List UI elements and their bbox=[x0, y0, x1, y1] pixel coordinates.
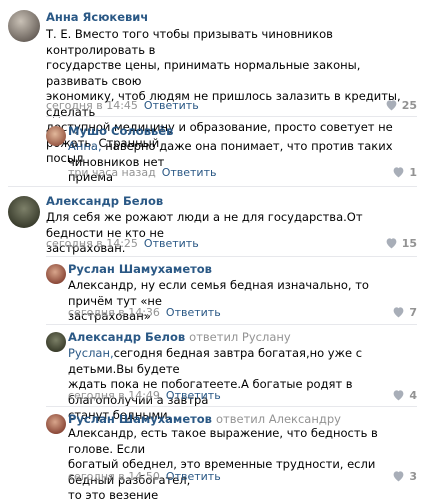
comment-author[interactable]: Анна Ясюкевич bbox=[46, 10, 148, 24]
comment-meta: сегодня в 14:49 Ответить bbox=[68, 389, 221, 402]
reply-link[interactable]: Ответить bbox=[166, 306, 221, 319]
like-count: 4 bbox=[409, 389, 417, 402]
comment-text-line: Александр, ну если семья бедная изначаль… bbox=[68, 278, 369, 308]
comment-time[interactable]: сегодня в 14:45 bbox=[46, 99, 138, 112]
comment-time[interactable]: три часа назад bbox=[68, 166, 156, 179]
comment-author[interactable]: Александр Белов ответил Руслану bbox=[68, 330, 291, 344]
avatar[interactable] bbox=[46, 414, 66, 434]
comment-meta: сегодня в 14:50 Ответить bbox=[68, 470, 221, 483]
comment-author-name[interactable]: Александр Белов bbox=[68, 330, 185, 344]
heart-icon bbox=[386, 238, 397, 249]
divider bbox=[46, 256, 417, 257]
like-count: 1 bbox=[409, 166, 417, 179]
avatar[interactable] bbox=[46, 332, 66, 352]
comment-meta: три часа назад Ответить bbox=[68, 166, 216, 179]
comment-time[interactable]: сегодня в 14:50 bbox=[68, 470, 160, 483]
comment-meta: сегодня в 14:25 Ответить bbox=[46, 237, 199, 250]
heart-icon bbox=[393, 307, 404, 318]
avatar[interactable] bbox=[8, 196, 40, 228]
heart-icon bbox=[393, 167, 404, 178]
like-count: 7 bbox=[409, 306, 417, 319]
divider bbox=[46, 116, 417, 117]
comment-text-line: государстве цены, принимать нормальные з… bbox=[46, 58, 361, 88]
divider bbox=[46, 406, 417, 407]
like-button[interactable]: 7 bbox=[392, 306, 417, 319]
comment-time[interactable]: сегодня в 14:49 bbox=[68, 389, 160, 402]
heart-icon bbox=[393, 471, 404, 482]
comment-text-line: наверно даже она понимает, что против та… bbox=[68, 139, 393, 169]
comment-text-line: то это везение bbox=[68, 488, 159, 502]
replied-to[interactable]: ответил Руслану bbox=[189, 330, 291, 344]
reply-link[interactable]: Ответить bbox=[166, 389, 221, 402]
like-count: 25 bbox=[401, 99, 417, 112]
comment-author[interactable]: Мушо Соловьёв bbox=[68, 124, 173, 138]
mention-link[interactable]: Руслан, bbox=[68, 346, 114, 360]
reply-link[interactable]: Ответить bbox=[162, 166, 217, 179]
divider bbox=[8, 186, 417, 187]
like-button[interactable]: 15 bbox=[385, 237, 417, 250]
comment-text-line: Александр, есть такое выражение, что бед… bbox=[68, 426, 378, 456]
like-count: 15 bbox=[401, 237, 417, 250]
like-button[interactable]: 25 bbox=[385, 99, 417, 112]
avatar[interactable] bbox=[46, 264, 66, 284]
like-button[interactable]: 3 bbox=[392, 470, 417, 483]
comment-author-name[interactable]: Руслан Шамухаметов bbox=[68, 412, 212, 426]
comment-time[interactable]: сегодня в 14:25 bbox=[46, 237, 138, 250]
comment-meta: сегодня в 14:45 Ответить bbox=[46, 99, 199, 112]
comment-time[interactable]: сегодня в 14:36 bbox=[68, 306, 160, 319]
comment-author[interactable]: Руслан Шамухаметов ответил Александру bbox=[68, 412, 341, 426]
like-button[interactable]: 4 bbox=[392, 389, 417, 402]
like-button[interactable]: 1 bbox=[392, 166, 417, 179]
comment-author[interactable]: Александр Белов bbox=[46, 194, 163, 208]
comment-meta: сегодня в 14:36 Ответить bbox=[68, 306, 221, 319]
heart-icon bbox=[393, 390, 404, 401]
like-count: 3 bbox=[409, 470, 417, 483]
comment-text-line: Т. Е. Вместо того чтобы призывать чиновн… bbox=[46, 27, 333, 57]
replied-to[interactable]: ответил Александру bbox=[216, 412, 341, 426]
avatar[interactable] bbox=[8, 10, 40, 42]
divider bbox=[46, 324, 417, 325]
mention-link[interactable]: Анна, bbox=[68, 139, 102, 153]
comment-text: Александр, есть такое выражение, что бед… bbox=[68, 426, 417, 504]
reply-link[interactable]: Ответить bbox=[144, 237, 199, 250]
heart-icon bbox=[386, 100, 397, 111]
reply-link[interactable]: Ответить bbox=[166, 470, 221, 483]
reply-link[interactable]: Ответить bbox=[144, 99, 199, 112]
comment-author[interactable]: Руслан Шамухаметов bbox=[68, 262, 212, 276]
avatar[interactable] bbox=[46, 126, 66, 146]
